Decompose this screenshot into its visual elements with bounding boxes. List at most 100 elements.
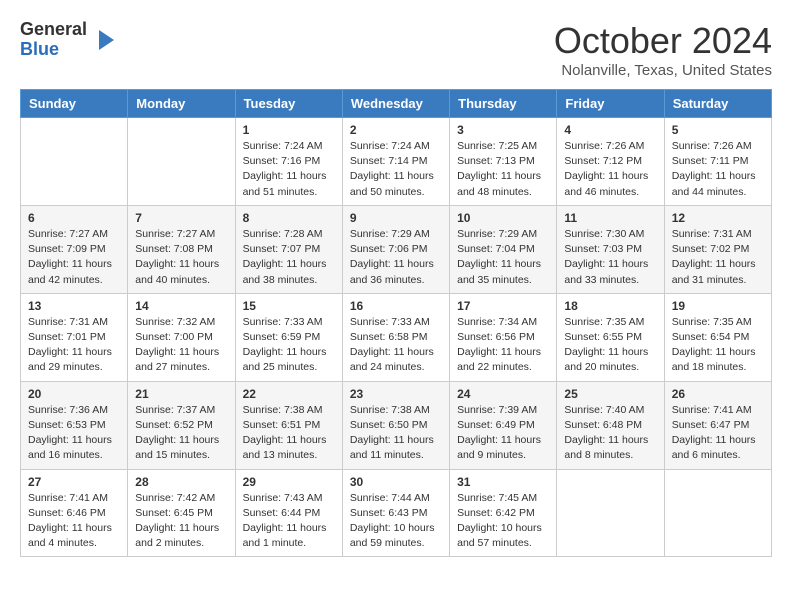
day-info: Sunrise: 7:24 AM Sunset: 7:16 PM Dayligh… [243,139,335,200]
day-info: Sunrise: 7:43 AM Sunset: 6:44 PM Dayligh… [243,491,335,552]
day-info: Sunrise: 7:31 AM Sunset: 7:02 PM Dayligh… [672,227,764,288]
day-info: Sunrise: 7:45 AM Sunset: 6:42 PM Dayligh… [457,491,549,552]
day-number: 2 [350,123,442,137]
calendar-cell: 31 Sunrise: 7:45 AM Sunset: 6:42 PM Dayli… [450,469,557,557]
calendar-cell: 10Sunrise: 7:29 AM Sunset: 7:04 PM Dayli… [450,205,557,293]
day-info: Sunrise: 7:28 AM Sunset: 7:07 PM Dayligh… [243,227,335,288]
calendar-cell: 5Sunrise: 7:26 AM Sunset: 7:11 PM Daylig… [664,118,771,206]
day-info: Sunrise: 7:38 AM Sunset: 6:50 PM Dayligh… [350,403,442,464]
day-info: Sunrise: 7:25 AM Sunset: 7:13 PM Dayligh… [457,139,549,200]
day-number: 30 [350,475,442,489]
day-info: Sunrise: 7:41 AM Sunset: 6:47 PM Dayligh… [672,403,764,464]
logo-general-text: General [20,20,87,40]
day-info: Sunrise: 7:31 AM Sunset: 7:01 PM Dayligh… [28,315,120,376]
calendar-cell: 22 Sunrise: 7:38 AM Sunset: 6:51 PM Dayli… [235,381,342,469]
day-info: Sunrise: 7:36 AM Sunset: 6:53 PM Dayligh… [28,403,120,464]
day-number: 18 [564,299,656,313]
calendar-header-sunday: Sunday [21,90,128,118]
calendar-week-row: 6 Sunrise: 7:27 AM Sunset: 7:09 PM Daylig… [21,205,772,293]
day-number: 24 [457,387,549,401]
day-info: Sunrise: 7:42 AM Sunset: 6:45 PM Dayligh… [135,491,227,552]
calendar-cell: 29 Sunrise: 7:43 AM Sunset: 6:44 PM Dayli… [235,469,342,557]
calendar-cell: 18 Sunrise: 7:35 AM Sunset: 6:55 PM Dayli… [557,293,664,381]
day-number: 7 [135,211,227,225]
calendar-cell: 14Sunrise: 7:32 AM Sunset: 7:00 PM Dayli… [128,293,235,381]
calendar-cell: 3 Sunrise: 7:25 AM Sunset: 7:13 PM Daylig… [450,118,557,206]
calendar-cell [664,469,771,557]
calendar-cell: 28 Sunrise: 7:42 AM Sunset: 6:45 PM Dayli… [128,469,235,557]
day-number: 28 [135,475,227,489]
day-number: 3 [457,123,549,137]
day-number: 12 [672,211,764,225]
calendar-cell: 25Sunrise: 7:40 AM Sunset: 6:48 PM Dayli… [557,381,664,469]
day-info: Sunrise: 7:27 AM Sunset: 7:09 PM Dayligh… [28,227,120,288]
calendar-cell [21,118,128,206]
day-number: 20 [28,387,120,401]
day-number: 19 [672,299,764,313]
calendar-week-row: 13 Sunrise: 7:31 AM Sunset: 7:01 PM Dayli… [21,293,772,381]
calendar-cell: 23 Sunrise: 7:38 AM Sunset: 6:50 PM Dayli… [342,381,449,469]
logo: General Blue [20,20,119,60]
calendar-cell: 9 Sunrise: 7:29 AM Sunset: 7:06 PM Daylig… [342,205,449,293]
title-section: October 2024 Nolanville, Texas, United S… [554,20,772,79]
day-info: Sunrise: 7:41 AM Sunset: 6:46 PM Dayligh… [28,491,120,552]
day-info: Sunrise: 7:37 AM Sunset: 6:52 PM Dayligh… [135,403,227,464]
day-info: Sunrise: 7:39 AM Sunset: 6:49 PM Dayligh… [457,403,549,464]
day-info: Sunrise: 7:30 AM Sunset: 7:03 PM Dayligh… [564,227,656,288]
calendar-cell: 19Sunrise: 7:35 AM Sunset: 6:54 PM Dayli… [664,293,771,381]
day-number: 16 [350,299,442,313]
day-number: 9 [350,211,442,225]
logo-blue-text: Blue [20,40,87,60]
calendar-header-saturday: Saturday [664,90,771,118]
day-number: 23 [350,387,442,401]
day-info: Sunrise: 7:33 AM Sunset: 6:59 PM Dayligh… [243,315,335,376]
day-number: 21 [135,387,227,401]
calendar-cell [557,469,664,557]
calendar-cell: 20 Sunrise: 7:36 AM Sunset: 6:53 PM Dayli… [21,381,128,469]
day-number: 13 [28,299,120,313]
calendar-cell: 17Sunrise: 7:34 AM Sunset: 6:56 PM Dayli… [450,293,557,381]
day-info: Sunrise: 7:27 AM Sunset: 7:08 PM Dayligh… [135,227,227,288]
calendar-cell [128,118,235,206]
day-number: 4 [564,123,656,137]
calendar-cell: 6 Sunrise: 7:27 AM Sunset: 7:09 PM Daylig… [21,205,128,293]
calendar-header-wednesday: Wednesday [342,90,449,118]
page-header: General Blue October 2024 Nolanville, Te… [20,20,772,79]
day-number: 25 [564,387,656,401]
day-info: Sunrise: 7:35 AM Sunset: 6:55 PM Dayligh… [564,315,656,376]
calendar-header-friday: Friday [557,90,664,118]
calendar-cell: 7 Sunrise: 7:27 AM Sunset: 7:08 PM Daylig… [128,205,235,293]
day-number: 27 [28,475,120,489]
calendar-cell: 12 Sunrise: 7:31 AM Sunset: 7:02 PM Dayli… [664,205,771,293]
calendar-week-row: 1 Sunrise: 7:24 AM Sunset: 7:16 PM Daylig… [21,118,772,206]
day-info: Sunrise: 7:38 AM Sunset: 6:51 PM Dayligh… [243,403,335,464]
calendar-cell: 24 Sunrise: 7:39 AM Sunset: 6:49 PM Dayli… [450,381,557,469]
day-number: 29 [243,475,335,489]
day-info: Sunrise: 7:26 AM Sunset: 7:12 PM Dayligh… [564,139,656,200]
day-info: Sunrise: 7:29 AM Sunset: 7:04 PM Dayligh… [457,227,549,288]
calendar-cell: 30 Sunrise: 7:44 AM Sunset: 6:43 PM Dayli… [342,469,449,557]
calendar-cell: 4 Sunrise: 7:26 AM Sunset: 7:12 PM Daylig… [557,118,664,206]
calendar-week-row: 27 Sunrise: 7:41 AM Sunset: 6:46 PM Dayli… [21,469,772,557]
day-info: Sunrise: 7:33 AM Sunset: 6:58 PM Dayligh… [350,315,442,376]
calendar-cell: 26 Sunrise: 7:41 AM Sunset: 6:47 PM Dayli… [664,381,771,469]
day-number: 11 [564,211,656,225]
day-info: Sunrise: 7:44 AM Sunset: 6:43 PM Dayligh… [350,491,442,552]
calendar-week-row: 20 Sunrise: 7:36 AM Sunset: 6:53 PM Dayli… [21,381,772,469]
day-number: 26 [672,387,764,401]
day-number: 14 [135,299,227,313]
day-number: 31 [457,475,549,489]
day-number: 5 [672,123,764,137]
day-number: 6 [28,211,120,225]
day-info: Sunrise: 7:29 AM Sunset: 7:06 PM Dayligh… [350,227,442,288]
calendar-header-row: SundayMondayTuesdayWednesdayThursdayFrid… [21,90,772,118]
day-number: 1 [243,123,335,137]
day-info: Sunrise: 7:34 AM Sunset: 6:56 PM Dayligh… [457,315,549,376]
day-number: 22 [243,387,335,401]
day-number: 8 [243,211,335,225]
day-info: Sunrise: 7:24 AM Sunset: 7:14 PM Dayligh… [350,139,442,200]
calendar-header-thursday: Thursday [450,90,557,118]
calendar-cell: 11 Sunrise: 7:30 AM Sunset: 7:03 PM Dayli… [557,205,664,293]
calendar-cell: 16 Sunrise: 7:33 AM Sunset: 6:58 PM Dayli… [342,293,449,381]
calendar-cell: 21 Sunrise: 7:37 AM Sunset: 6:52 PM Dayli… [128,381,235,469]
